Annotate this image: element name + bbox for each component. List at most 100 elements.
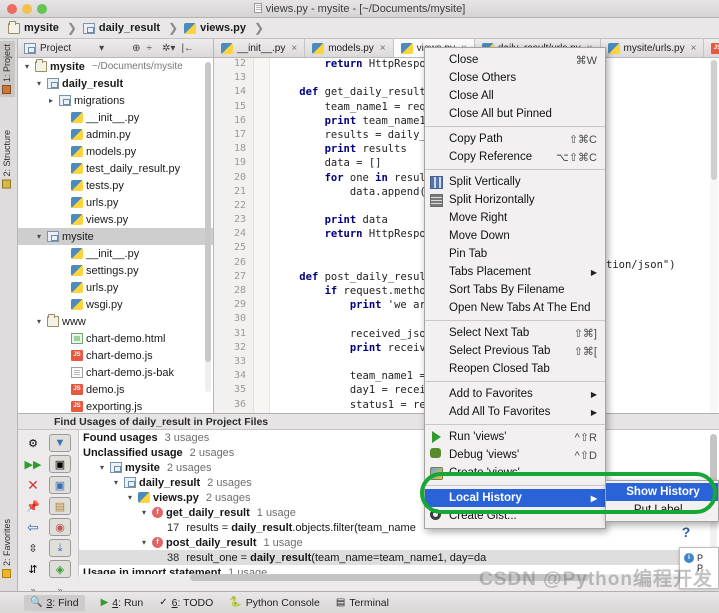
editor-tab-char[interactable]: JSchar (704, 39, 719, 57)
breadcrumb-item-mysite[interactable]: mysite ❯ (8, 20, 81, 35)
sidebar-item-structure[interactable]: 2: Structure (0, 127, 15, 192)
tree-item-__init__-py[interactable]: __init__.py (18, 109, 213, 126)
find-usage-row[interactable]: ▾ f post_daily_result 1 usage (79, 535, 719, 550)
breadcrumb-item-daily_result[interactable]: daily_result ❯ (82, 21, 182, 35)
submenu-item-put-label[interactable]: Put Label... (606, 501, 718, 519)
menu-item-copy-reference[interactable]: Copy Reference ⌥⇧⌘C (425, 148, 605, 166)
group-by-scope-icon[interactable]: ◉ (49, 518, 71, 536)
expand-twisty-icon[interactable]: ▸ (46, 96, 56, 105)
tree-item-chart-demo-js-bak[interactable]: chart-demo.js-bak (18, 364, 213, 381)
tree-item-chart-demo-js[interactable]: JS chart-demo.js (18, 347, 213, 364)
menu-item-debug-views[interactable]: Debug 'views' ^⇧D (425, 446, 605, 464)
status-bar-item-todo[interactable]: ✓ 6: TODO (159, 597, 213, 609)
collapse-twisty-icon[interactable]: ▾ (34, 232, 44, 241)
editor-tab-models-py[interactable]: models.py × (305, 39, 394, 57)
status-bar-item-run[interactable]: ▶ 4: Run (101, 597, 144, 609)
back-icon[interactable]: ⇦ (20, 517, 46, 537)
collapse-twisty-icon[interactable]: ▾ (139, 508, 149, 517)
tree-item-urls-py[interactable]: urls.py (18, 279, 213, 296)
menu-item-tabs-placement[interactable]: Tabs Placement ▶ (425, 263, 605, 281)
hide-icon[interactable]: |← (181, 43, 194, 54)
tree-item-settings-py[interactable]: settings.py (18, 262, 213, 279)
project-tree[interactable]: ▾ mysite ~/Documents/mysite ▾ daily_result ▸ m… (18, 58, 214, 413)
help-icon[interactable]: ? (682, 524, 691, 540)
menu-item-close-all-but-pinned[interactable]: Close All but Pinned (425, 105, 605, 123)
project-view-dropdown[interactable]: ▾ (99, 43, 104, 54)
menu-item-sort-tabs-by-filename[interactable]: Sort Tabs By Filename (425, 281, 605, 299)
tree-item-wsgi-py[interactable]: wsgi.py (18, 296, 213, 313)
status-bar-item-find[interactable]: 🔍 3: Find (24, 594, 85, 611)
find-usage-row[interactable]: Found usages 3 usages (79, 430, 719, 445)
tree-item-models-py[interactable]: models.py (18, 143, 213, 160)
tree-item-mysite[interactable]: ▾ mysite (18, 228, 213, 245)
target-icon[interactable]: ⊕ (132, 43, 140, 54)
menu-item-pin-tab[interactable]: Pin Tab (425, 245, 605, 263)
tree-item-__init__-py[interactable]: __init__.py (18, 245, 213, 262)
menu-item-create-gist[interactable]: Create Gist... (425, 507, 605, 525)
editor-scrollbar[interactable] (710, 58, 718, 413)
group-by-directory-icon[interactable]: ▤ (49, 497, 71, 515)
filter-icon[interactable]: ▼ (49, 434, 71, 452)
collapse-twisty-icon[interactable]: ▾ (139, 538, 149, 547)
menu-item-close-others[interactable]: Close Others (425, 69, 605, 87)
menu-item-add-to-favorites[interactable]: Add to Favorites ▶ (425, 385, 605, 403)
menu-item-open-new-tabs-at-the-end[interactable]: Open New Tabs At The End (425, 299, 605, 317)
rerun-icon[interactable]: ▶▶ (20, 454, 46, 474)
status-bar-item-python-console[interactable]: 🐍 Python Console (229, 597, 320, 609)
collapse-twisty-icon[interactable]: ▾ (34, 79, 44, 88)
collapse-twisty-icon[interactable]: ▾ (125, 493, 135, 502)
close-icon[interactable]: ✕ (20, 475, 46, 495)
tree-item-chart-demo-html[interactable]: chart-demo.html (18, 330, 213, 347)
status-bar-item-terminal[interactable]: ▤ Terminal (336, 597, 389, 609)
tree-item-urls-py[interactable]: urls.py (18, 194, 213, 211)
group-by-file-structure-icon[interactable]: ▣ (49, 476, 71, 494)
submenu-item-show-history[interactable]: Show History (606, 483, 718, 501)
tree-item-demo-js[interactable]: JS demo.js (18, 381, 213, 398)
tree-item-admin-py[interactable]: admin.py (18, 126, 213, 143)
collapse-all-icon[interactable]: ⇵ (20, 559, 46, 579)
menu-item-split-horizontally[interactable]: Split Horizontally (425, 191, 605, 209)
tree-item-mysite[interactable]: ▾ mysite ~/Documents/mysite (18, 58, 213, 75)
menu-item-local-history[interactable]: Local History ▶ (425, 489, 605, 507)
menu-item-reopen-closed-tab[interactable]: Reopen Closed Tab (425, 360, 605, 378)
menu-item-copy-path[interactable]: Copy Path ⇧⌘C (425, 130, 605, 148)
tab-context-menu[interactable]: Close ⌘W Close Others Close All Close All bu… (424, 47, 606, 529)
close-tab-icon[interactable]: × (691, 43, 697, 54)
menu-item-add-all-to-favorites[interactable]: Add All To Favorites ▶ (425, 403, 605, 421)
tree-item-tests-py[interactable]: tests.py (18, 177, 213, 194)
project-tree-scrollbar[interactable] (205, 62, 211, 392)
breadcrumb-item-views-py[interactable]: views.py ❯ (184, 21, 268, 35)
find-usage-row[interactable]: ▾ mysite 2 usages (79, 460, 719, 475)
editor-tab-mysite-urls-py[interactable]: mysite/urls.py × (601, 39, 705, 57)
menu-item-split-vertically[interactable]: Split Vertically (425, 173, 605, 191)
collapse-twisty-icon[interactable]: ▾ (34, 317, 44, 326)
collapse-icon[interactable]: ÷ (147, 43, 153, 54)
close-tab-icon[interactable]: × (291, 43, 297, 54)
close-tab-icon[interactable]: × (380, 43, 386, 54)
find-usage-row[interactable]: 38 result_one = daily_result(team_name=te… (79, 550, 719, 565)
menu-item-move-down[interactable]: Move Down (425, 227, 605, 245)
menu-item-run-views[interactable]: Run 'views' ^⇧R (425, 428, 605, 446)
pin-icon[interactable]: 📌 (20, 496, 46, 516)
group-by-module-icon[interactable]: ▣ (49, 455, 71, 473)
find-usage-row[interactable]: Unclassified usage 2 usages (79, 445, 719, 460)
menu-item-close-all[interactable]: Close All (425, 87, 605, 105)
find-usages-toolbar[interactable]: ⚙ ▼ ▶▶ ▣ ✕ ▣ 📌 ▤ ⇦ ◉ ⇳ ⤓ ⇵ ◈ » » (18, 430, 78, 595)
collapse-twisty-icon[interactable]: ▾ (111, 478, 121, 487)
find-usage-row[interactable]: 17 results = daily_result.objects.filter(… (79, 520, 719, 535)
gear-icon[interactable]: ✲▾ (162, 43, 175, 54)
menu-item-create-views[interactable]: Create 'views' (425, 464, 605, 482)
expand-all-icon[interactable]: ⇳ (20, 538, 46, 558)
tree-item-exporting-js[interactable]: JS exporting.js (18, 398, 213, 413)
settings-icon[interactable]: ⚙ (20, 433, 46, 453)
find-usages-hscrollbar[interactable] (78, 574, 701, 581)
tree-item-test_daily_result-py[interactable]: test_daily_result.py (18, 160, 213, 177)
menu-item-move-right[interactable]: Move Right (425, 209, 605, 227)
sidebar-item-favorites[interactable]: 2: Favorites (0, 516, 15, 581)
tree-item-www[interactable]: ▾ www (18, 313, 213, 330)
tree-item-views-py[interactable]: views.py (18, 211, 213, 228)
tree-item-migrations[interactable]: ▸ migrations (18, 92, 213, 109)
menu-item-close[interactable]: Close ⌘W (425, 51, 605, 69)
editor-tab-__init__-py[interactable]: __init__.py × (214, 39, 306, 57)
menu-item-select-next-tab[interactable]: Select Next Tab ⇧⌘] (425, 324, 605, 342)
